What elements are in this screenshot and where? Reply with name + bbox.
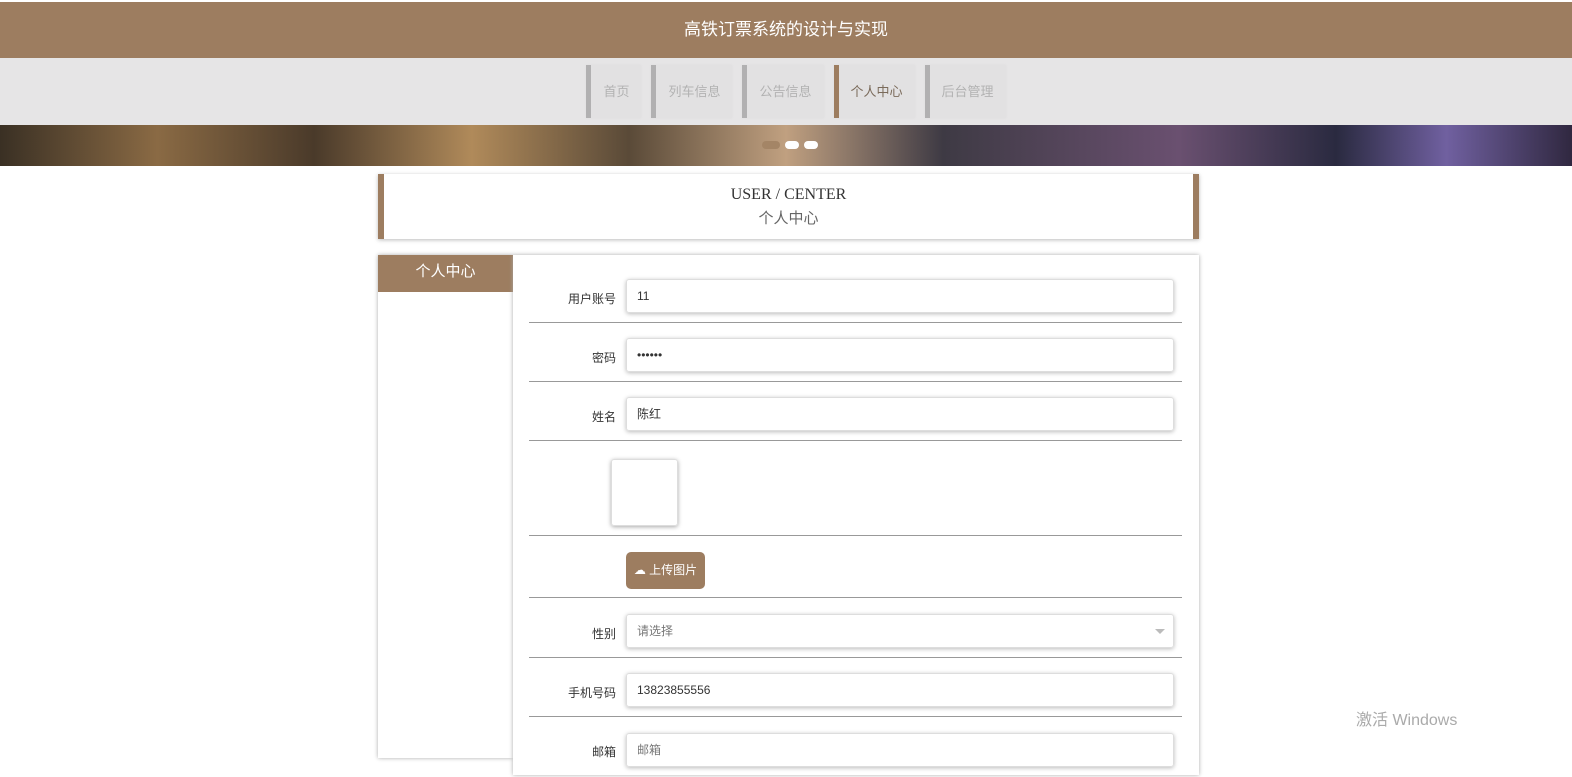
windows-activation-watermark: 激活 Windows — [1356, 712, 1458, 729]
page-title-en: USER / CENTER — [730, 186, 847, 203]
page-title: USER / CENTER 个人中心 — [378, 174, 1199, 239]
account-input[interactable]: 11 — [626, 279, 1174, 313]
upload-image-button[interactable]: ☁ 上传图片 — [626, 552, 705, 589]
main-nav: 首页 列车信息 公告信息 个人中心 后台管理 — [0, 58, 1572, 125]
name-label: 姓名 — [591, 410, 616, 424]
cloud-upload-icon: ☁ — [633, 563, 646, 577]
profile-form: 用户账号 11 密码 •••••• 姓名 陈红 ☁ 上传图片 性别 请选择 手机… — [513, 255, 1199, 775]
phone-row: 手机号码 13823855556 — [529, 658, 1182, 717]
email-label: 邮箱 — [591, 745, 616, 759]
account-row: 用户账号 11 — [529, 255, 1182, 323]
site-title: 高铁订票系统的设计与实现 — [0, 2, 1572, 58]
nav-trains[interactable]: 列车信息 — [651, 65, 733, 118]
gender-select[interactable]: 请选择 — [626, 614, 1174, 648]
password-label: 密码 — [591, 351, 616, 365]
upload-label: 上传图片 — [649, 563, 698, 577]
name-row: 姓名 陈红 — [529, 382, 1182, 441]
sidebar: 个人中心 — [378, 255, 513, 758]
phone-label: 手机号码 — [567, 686, 616, 700]
carousel-dots — [762, 141, 818, 149]
carousel-dot[interactable] — [804, 141, 818, 149]
nav-home[interactable]: 首页 — [586, 65, 642, 118]
gender-row: 性别 请选择 — [529, 598, 1182, 658]
phone-input[interactable]: 13823855556 — [626, 673, 1174, 707]
avatar-image — [611, 459, 678, 526]
email-input[interactable]: 邮箱 — [626, 733, 1174, 767]
password-input[interactable]: •••••• — [626, 338, 1174, 372]
carousel-dot[interactable] — [785, 141, 799, 149]
nav-user-center[interactable]: 个人中心 — [833, 65, 915, 118]
name-input[interactable]: 陈红 — [626, 397, 1174, 431]
page-title-cn: 个人中心 — [758, 211, 819, 227]
nav-admin[interactable]: 后台管理 — [924, 65, 1006, 118]
gender-label: 性别 — [591, 627, 616, 641]
gender-placeholder: 请选择 — [637, 624, 674, 638]
password-row: 密码 •••••• — [529, 323, 1182, 382]
email-row: 邮箱 邮箱 — [529, 717, 1182, 777]
account-label: 用户账号 — [567, 292, 616, 306]
nav-notices[interactable]: 公告信息 — [742, 65, 824, 118]
carousel-dot[interactable] — [762, 141, 780, 149]
sidebar-item-user-center[interactable]: 个人中心 — [378, 255, 513, 292]
chevron-down-icon — [1155, 629, 1165, 639]
